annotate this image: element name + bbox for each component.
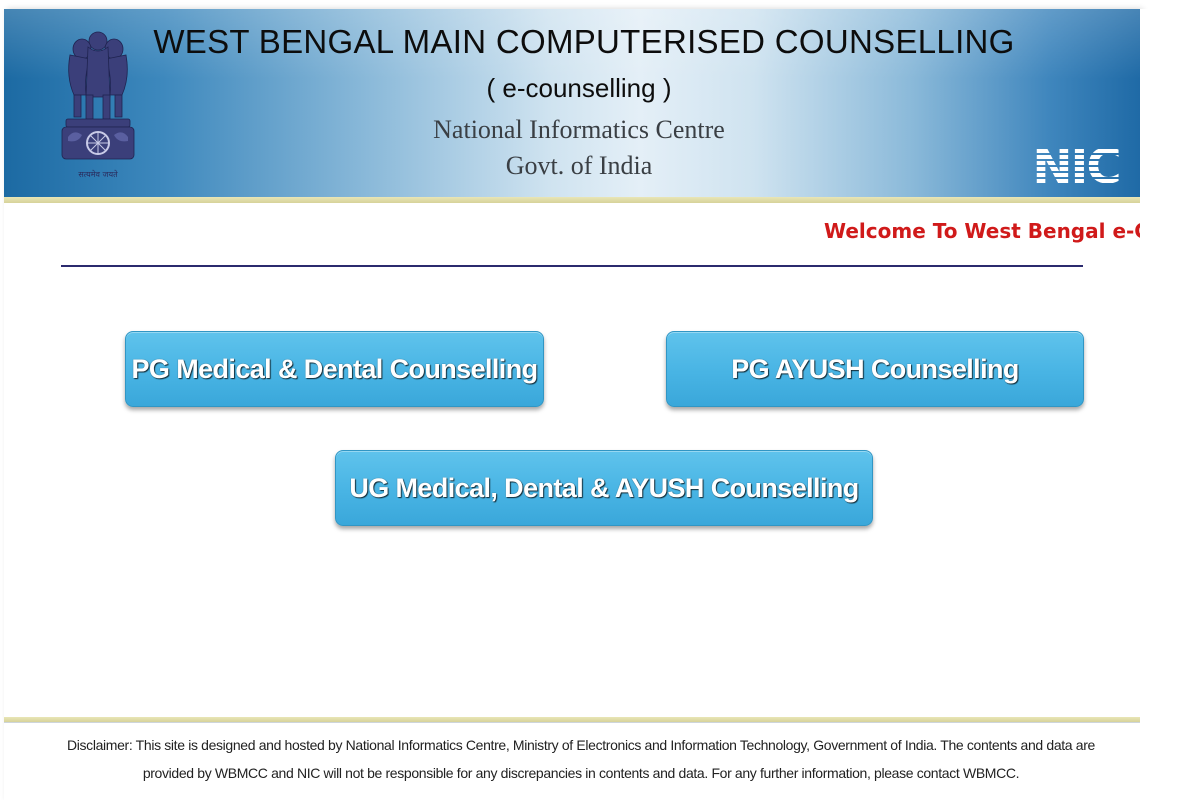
disclaimer-line-1: Disclaimer: This site is designed and ho…	[67, 737, 1095, 753]
pg-medical-dental-counselling-button[interactable]: PG Medical & Dental Counselling	[125, 331, 544, 407]
divider-rule	[61, 265, 1083, 267]
site-title: WEST BENGAL MAIN COMPUTERISED COUNSELLIN…	[153, 23, 1015, 60]
page: सत्यमेव जयते WEST BENGAL MAIN COMPUTERIS…	[0, 0, 1200, 800]
page-margin	[1140, 9, 1200, 800]
ug-medical-dental-ayush-counselling-button[interactable]: UG Medical, Dental & AYUSH Counselling	[335, 450, 873, 526]
nic-logo-text: NIC	[1032, 143, 1119, 187]
nic-logo: NIC	[1032, 143, 1121, 187]
banner-stripe	[4, 197, 1140, 203]
header-banner: सत्यमेव जयते WEST BENGAL MAIN COMPUTERIS…	[4, 9, 1140, 197]
site-subtitle: ( e-counselling )	[486, 73, 672, 103]
disclaimer: Disclaimer: This site is designed and ho…	[4, 731, 1140, 787]
site-frame: सत्यमेव जयते WEST BENGAL MAIN COMPUTERIS…	[4, 9, 1140, 800]
org-govt: Govt. of India	[505, 151, 653, 180]
welcome-marquee: Welcome To West Bengal e-Counselling	[824, 219, 1140, 243]
disclaimer-line-2: provided by WBMCC and NIC will not be re…	[142, 765, 1020, 781]
org-name: National Informatics Centre	[433, 115, 725, 144]
footer-divider	[4, 722, 1140, 723]
pg-ayush-counselling-button[interactable]: PG AYUSH Counselling	[666, 331, 1084, 407]
